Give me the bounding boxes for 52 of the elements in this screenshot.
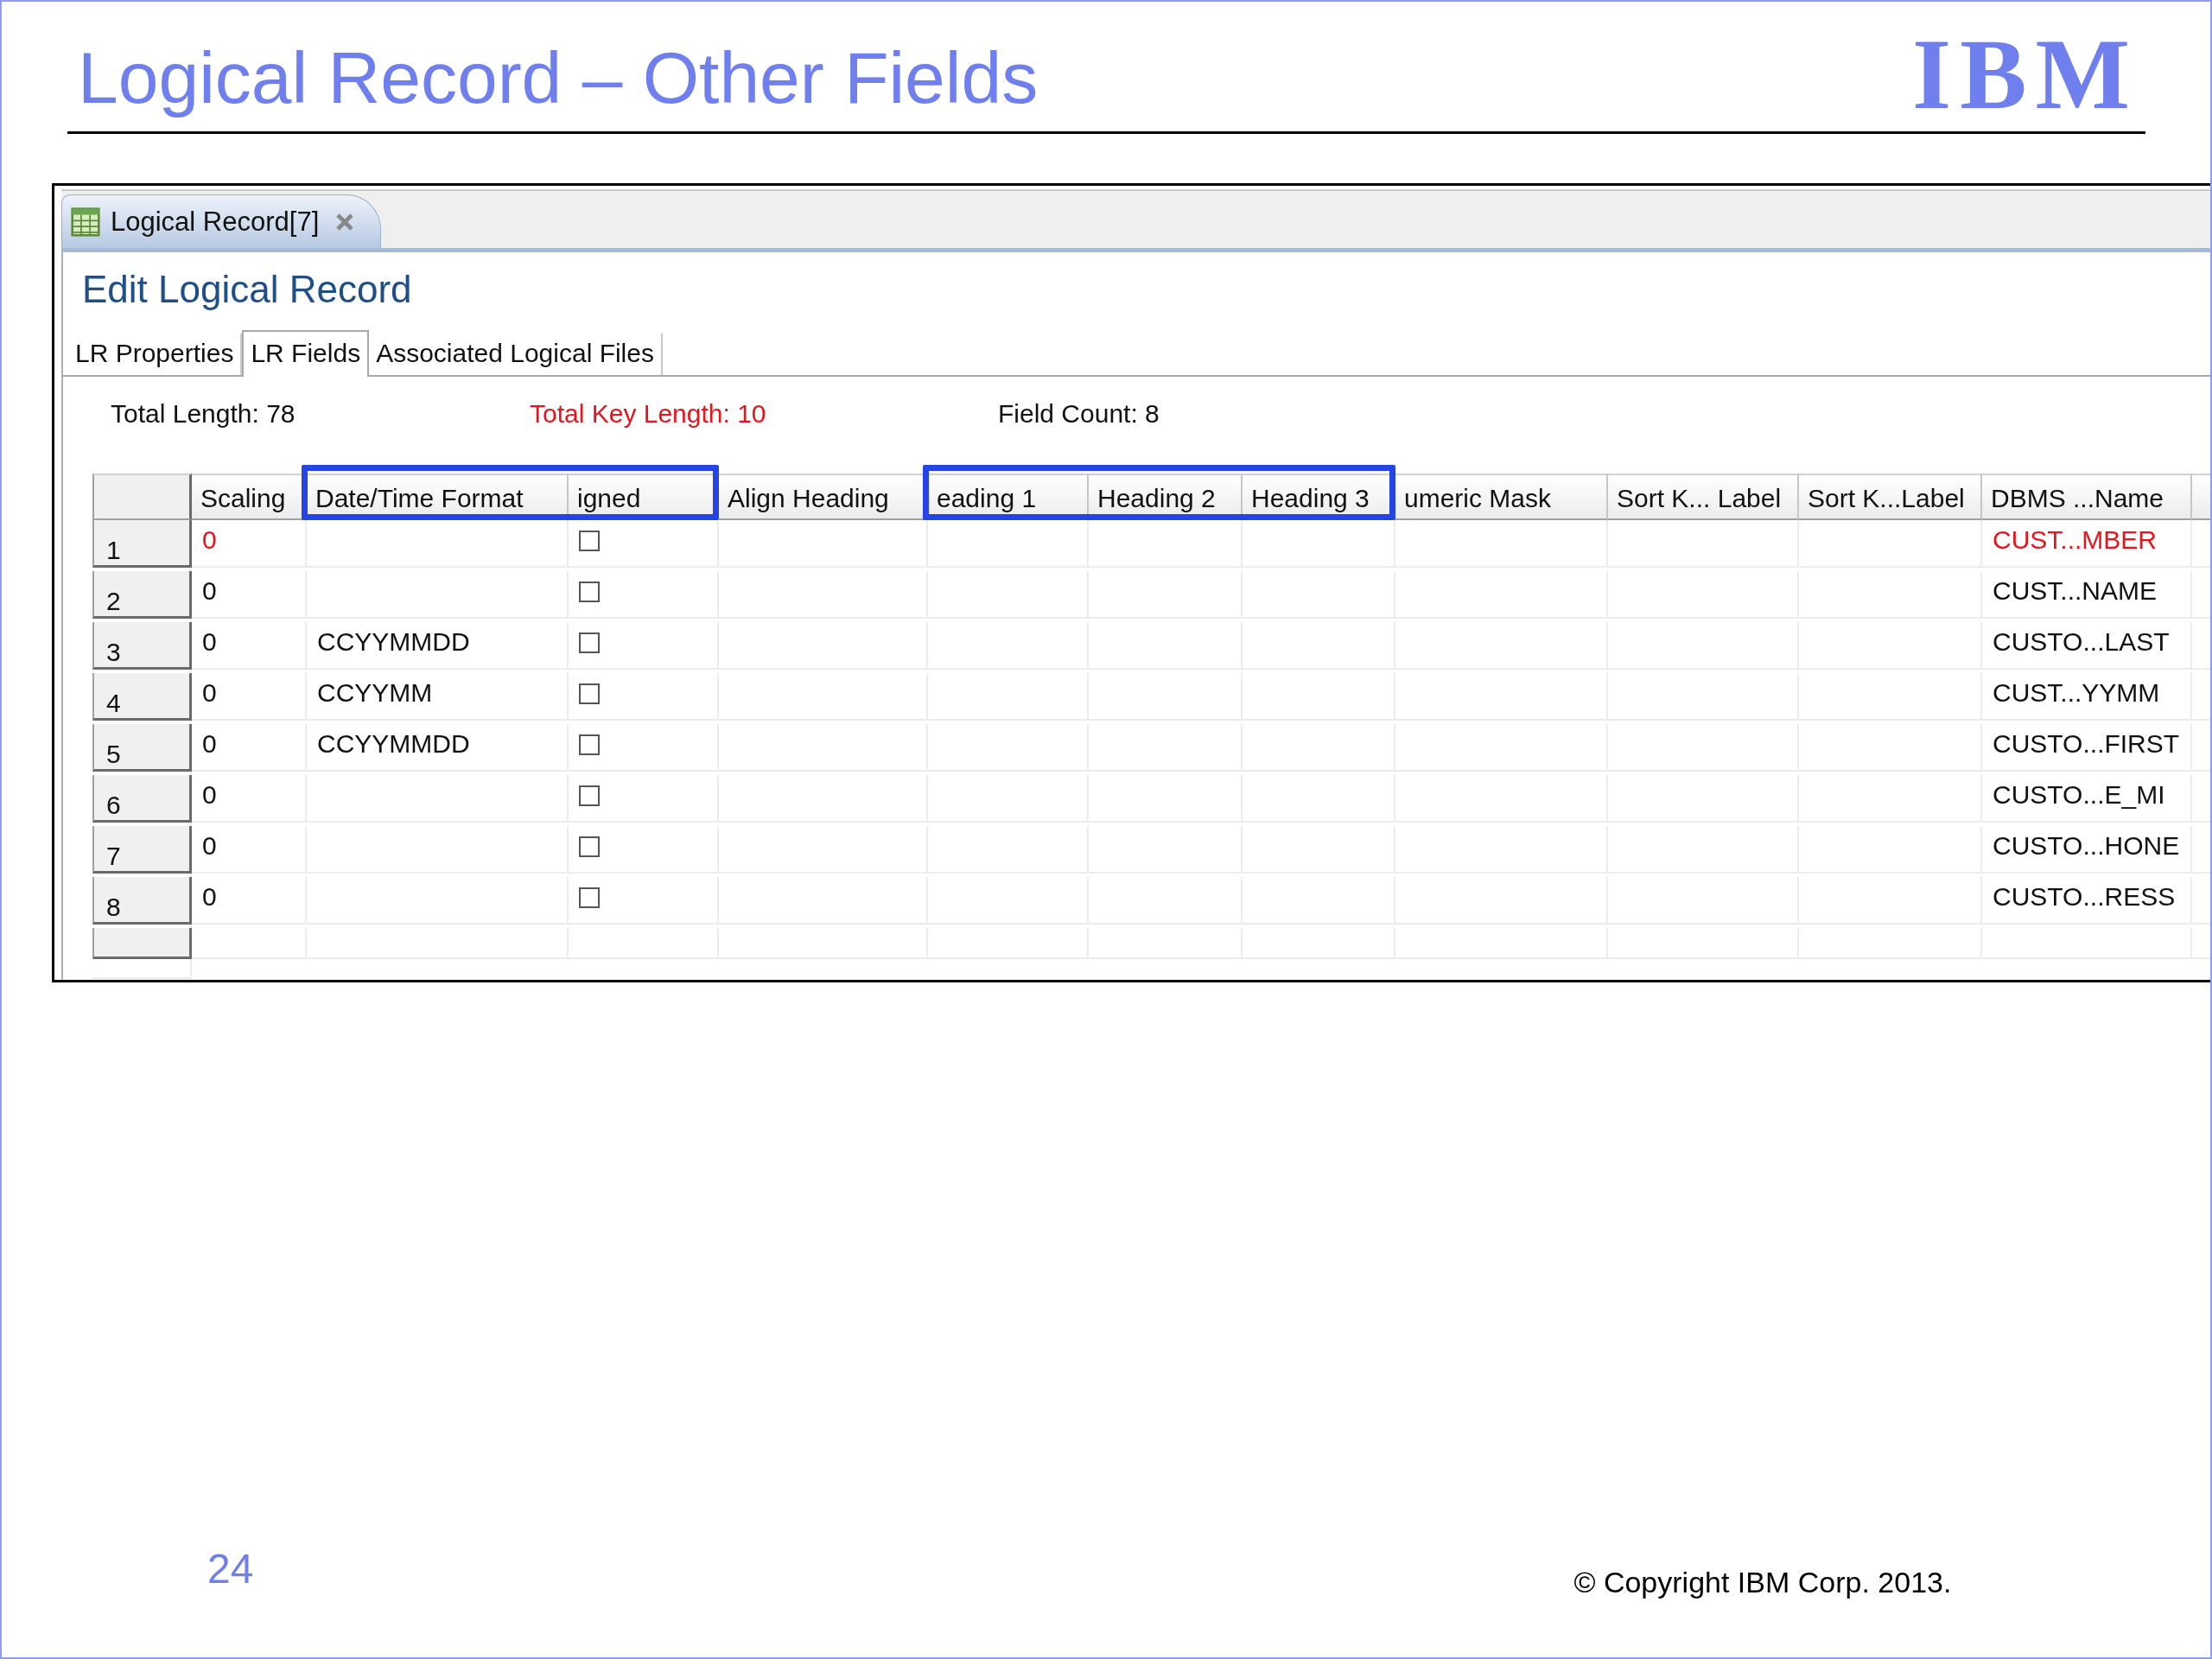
table-icon <box>71 207 100 237</box>
table-cell: 0 <box>192 673 307 721</box>
copyright: © Copyright IBM Corp. 2013. <box>1573 1566 1952 1599</box>
table-cell: CCYYMM <box>307 673 569 721</box>
table-cell: CCYYMMDD <box>307 724 569 772</box>
checkbox[interactable] <box>579 887 600 908</box>
table-cell: CUSTO...E_MI <box>1982 775 2192 823</box>
summary-label: Field Count: 8 <box>998 399 1160 429</box>
table-cell: CUSTO...FIRST <box>1982 724 2192 772</box>
table-cell: CUST...YYMM <box>1982 673 2192 721</box>
table-cell: CUSTO...LAST <box>1982 622 2192 670</box>
row-number: 2 <box>92 571 192 619</box>
table-cell: CUSTO...HONE <box>1982 826 2192 874</box>
close-icon[interactable] <box>334 211 356 232</box>
column-header[interactable]: Sort K... Label <box>1608 474 1799 520</box>
table-cell: 0 <box>192 877 307 925</box>
checkbox[interactable] <box>579 734 600 755</box>
table-cell: 0 <box>192 622 307 670</box>
tab[interactable]: Associated Logical Files <box>369 334 663 375</box>
row-number: 7 <box>92 826 192 874</box>
column-header[interactable]: umeric Mask <box>1395 474 1608 520</box>
summary-label: Total Length: 78 <box>111 399 296 429</box>
table-cell: CCYYMMDD <box>307 622 569 670</box>
checkbox[interactable] <box>579 785 600 806</box>
row-number: 3 <box>92 622 192 670</box>
editor-heading: Edit Logical Record <box>81 267 413 312</box>
row-number: 5 <box>92 724 192 772</box>
row-number: 8 <box>92 877 192 925</box>
checkbox[interactable] <box>579 531 600 551</box>
checkbox[interactable] <box>579 836 600 857</box>
column-header[interactable]: Sort K...Label <box>1799 474 1982 520</box>
checkbox[interactable] <box>579 683 600 704</box>
table-cell: 0 <box>192 724 307 772</box>
column-header[interactable]: DBMS ...Name <box>1982 474 2192 520</box>
table-cell: CUST...MBER <box>1982 520 2192 568</box>
logo: IBM <box>1912 31 2139 118</box>
editor-tab[interactable]: Logical Record[7] <box>61 194 381 248</box>
row-number: 4 <box>92 673 192 721</box>
table-cell: 0 <box>192 571 307 619</box>
table-cell: CUST...NAME <box>1982 571 2192 619</box>
table-cell: 0 <box>192 826 307 874</box>
tab[interactable]: LR Fields <box>242 330 370 377</box>
table-cell: 0 <box>192 520 307 568</box>
checkbox[interactable] <box>579 582 600 602</box>
row-number: 6 <box>92 775 192 823</box>
page-number: 24 <box>207 1545 254 1592</box>
checkbox[interactable] <box>579 632 600 653</box>
summary-label: Total Key Length: 10 <box>530 399 767 429</box>
table-cell: 0 <box>192 775 307 823</box>
row-number: 1 <box>92 520 192 568</box>
table-cell: CUSTO...RESS <box>1982 877 2192 925</box>
slide-title: Logical Record – Other Fields <box>78 36 1039 120</box>
